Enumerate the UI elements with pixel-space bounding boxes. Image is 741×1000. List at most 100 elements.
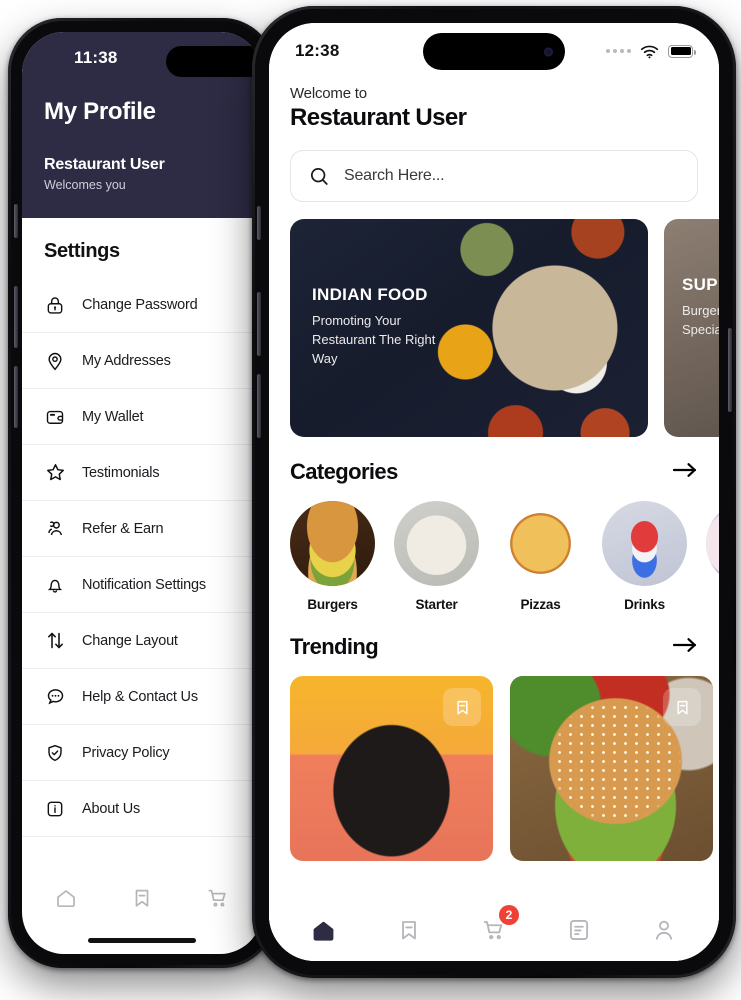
category-label: Pizzas bbox=[520, 597, 561, 612]
categories-section-header: Categories bbox=[269, 437, 719, 485]
bookmark-icon bbox=[135, 889, 149, 907]
category-image bbox=[290, 501, 375, 586]
right-scroll-content[interactable]: Welcome to Restaurant User Search Here..… bbox=[269, 79, 719, 899]
category-image bbox=[498, 501, 583, 586]
menu-item-notification-settings[interactable]: Notification Settings bbox=[22, 557, 262, 613]
burger-photo bbox=[290, 501, 375, 586]
chat-bubble-icon bbox=[44, 686, 66, 708]
banner-text-block: INDIAN FOOD Promoting Your Restaurant Th… bbox=[312, 285, 462, 369]
wallet-icon bbox=[44, 406, 66, 428]
right-status-time: 12:38 bbox=[295, 41, 340, 60]
menu-item-my-wallet[interactable]: My Wallet bbox=[22, 389, 262, 445]
left-phone-volume-down-button[interactable] bbox=[14, 366, 18, 428]
tab-bookmarks[interactable] bbox=[366, 917, 451, 943]
left-tab-cart[interactable] bbox=[180, 886, 256, 910]
partial-photo bbox=[706, 501, 719, 586]
banner-heading: INDIAN FOOD bbox=[312, 285, 428, 304]
bookmark-button[interactable] bbox=[443, 688, 481, 726]
category-item[interactable]: Pizzas bbox=[498, 501, 583, 612]
search-icon bbox=[310, 167, 328, 185]
banner-card[interactable]: SUPER Burger Special bbox=[664, 219, 719, 437]
category-label: Burgers bbox=[307, 597, 358, 612]
tab-home[interactable] bbox=[281, 917, 366, 944]
info-icon bbox=[44, 798, 66, 820]
pasta-photo bbox=[394, 501, 479, 586]
bookmark-icon bbox=[456, 700, 468, 714]
category-label: Drinks bbox=[624, 597, 665, 612]
battery-icon bbox=[668, 44, 696, 58]
category-item[interactable]: Starter bbox=[394, 501, 479, 612]
tab-orders[interactable] bbox=[537, 917, 622, 943]
left-home-indicator bbox=[88, 938, 196, 943]
tab-profile[interactable] bbox=[622, 917, 707, 943]
right-app-root: 12:38 Welcome to Restaurant User Search … bbox=[269, 23, 719, 961]
trending-section-header: Trending bbox=[269, 612, 719, 660]
right-phone-power-button[interactable] bbox=[728, 328, 732, 412]
menu-item-label: Change Password bbox=[82, 296, 198, 313]
left-phone-silent-switch[interactable] bbox=[14, 204, 18, 238]
left-tab-home[interactable] bbox=[28, 886, 104, 910]
right-dynamic-island bbox=[423, 33, 565, 70]
category-item[interactable] bbox=[706, 501, 719, 612]
wifi-icon bbox=[640, 45, 659, 58]
home-icon bbox=[313, 921, 334, 941]
menu-item-label: Notification Settings bbox=[82, 576, 206, 593]
tab-cart[interactable]: 2 bbox=[451, 905, 536, 943]
arrows-up-down-icon bbox=[44, 630, 66, 652]
right-phone-silent-switch[interactable] bbox=[257, 206, 261, 240]
menu-item-label: My Wallet bbox=[82, 408, 144, 425]
arrow-right-icon[interactable] bbox=[672, 636, 698, 658]
menu-item-privacy-policy[interactable]: Privacy Policy bbox=[22, 725, 262, 781]
star-icon bbox=[44, 462, 66, 484]
shield-check-icon bbox=[44, 742, 66, 764]
bookmark-icon bbox=[676, 700, 688, 714]
pizza-photo bbox=[498, 501, 583, 586]
right-phone-screen: 12:38 Welcome to Restaurant User Search … bbox=[269, 23, 719, 961]
menu-item-change-password[interactable]: Change Password bbox=[22, 277, 262, 333]
right-status-icons bbox=[606, 44, 696, 59]
screenshot-stage: 11:38 My Profile Restaurant User Welcome… bbox=[0, 0, 741, 1000]
search-input[interactable]: Search Here... bbox=[290, 150, 698, 202]
right-phone-volume-up-button[interactable] bbox=[257, 292, 261, 356]
right-header: Welcome to Restaurant User Search Here..… bbox=[269, 79, 719, 202]
banner-subtext: Burger Special bbox=[682, 303, 719, 337]
trending-card[interactable] bbox=[510, 676, 713, 861]
left-bottom-navigation bbox=[22, 868, 262, 928]
right-phone-mockup: 12:38 Welcome to Restaurant User Search … bbox=[252, 6, 736, 978]
right-statusbar: 12:38 bbox=[269, 23, 719, 79]
left-phone-volume-up-button[interactable] bbox=[14, 286, 18, 348]
left-page-title: My Profile bbox=[44, 98, 156, 125]
banner-text-block: SUPER Burger Special bbox=[682, 275, 719, 340]
banner-carousel[interactable]: INDIAN FOOD Promoting Your Restaurant Th… bbox=[269, 219, 719, 437]
left-phone-mockup: 11:38 My Profile Restaurant User Welcome… bbox=[8, 18, 276, 968]
trending-card[interactable] bbox=[290, 676, 493, 861]
category-image bbox=[394, 501, 479, 586]
category-item[interactable]: Drinks bbox=[602, 501, 687, 612]
menu-item-change-layout[interactable]: Change Layout bbox=[22, 613, 262, 669]
bookmark-button[interactable] bbox=[663, 688, 701, 726]
categories-title: Categories bbox=[290, 459, 398, 484]
arrow-right-icon[interactable] bbox=[672, 461, 698, 483]
lock-icon bbox=[44, 294, 66, 316]
menu-item-about-us[interactable]: About Us bbox=[22, 781, 262, 837]
category-image bbox=[602, 501, 687, 586]
menu-item-label: Refer & Earn bbox=[82, 520, 164, 537]
restaurant-name: Restaurant User bbox=[290, 104, 467, 131]
menu-item-help-and-contact-us[interactable]: Help & Contact Us bbox=[22, 669, 262, 725]
menu-item-label: My Addresses bbox=[82, 352, 171, 369]
left-dynamic-island bbox=[166, 46, 262, 77]
categories-list[interactable]: Burgers Starter Pizzas Drinks bbox=[269, 485, 719, 612]
menu-item-testimonials[interactable]: Testimonials bbox=[22, 445, 262, 501]
trending-list[interactable] bbox=[269, 660, 719, 861]
category-item[interactable]: Burgers bbox=[290, 501, 375, 612]
banner-card[interactable]: INDIAN FOOD Promoting Your Restaurant Th… bbox=[290, 219, 648, 437]
banner-heading: SUPER bbox=[682, 275, 719, 294]
category-label: Starter bbox=[415, 597, 458, 612]
right-phone-volume-down-button[interactable] bbox=[257, 374, 261, 438]
menu-item-refer-and-earn[interactable]: Refer & Earn bbox=[22, 501, 262, 557]
menu-item-label: About Us bbox=[82, 800, 141, 817]
menu-item-my-addresses[interactable]: My Addresses bbox=[22, 333, 262, 389]
left-tab-bookmarks[interactable] bbox=[104, 886, 180, 910]
left-user-name: Restaurant User bbox=[44, 156, 165, 173]
cart-icon bbox=[208, 889, 226, 907]
